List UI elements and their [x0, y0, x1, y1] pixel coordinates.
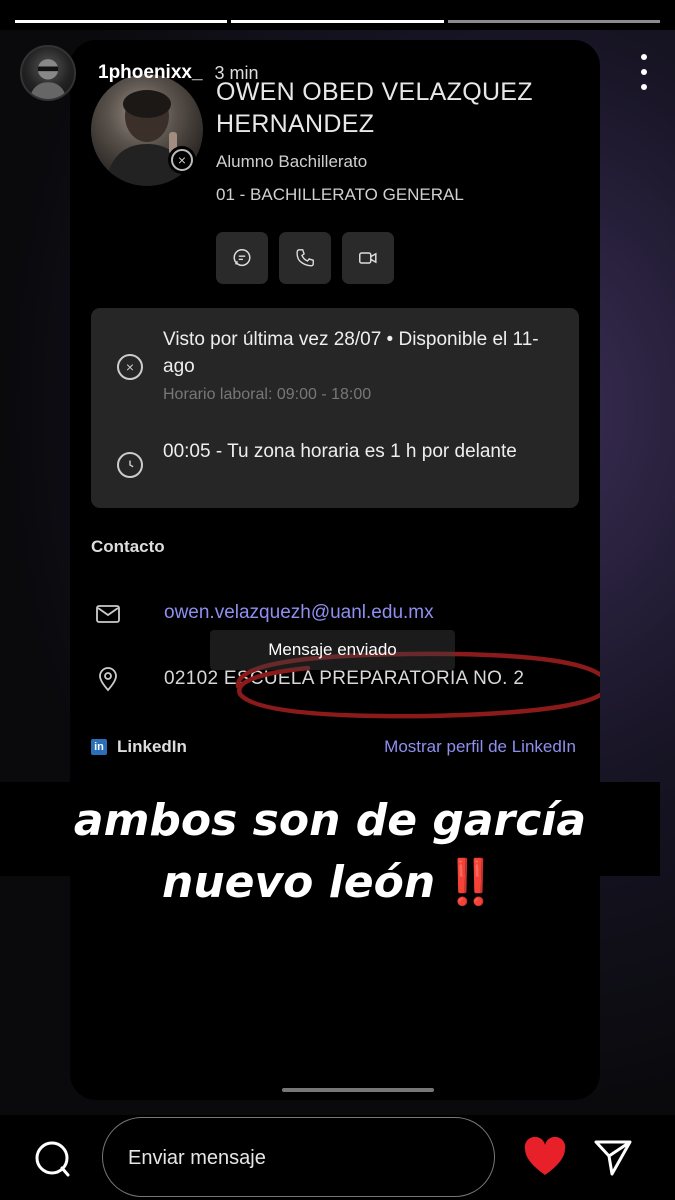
- message-placeholder: Enviar mensaje: [128, 1147, 266, 1169]
- avatar[interactable]: [20, 45, 76, 101]
- action-buttons: [216, 232, 394, 284]
- caption-line-1: ambos son de garcía: [73, 795, 587, 846]
- mail-icon: [96, 605, 120, 623]
- progress-segment: [447, 20, 660, 23]
- contact-heading: Contacto: [91, 537, 165, 556]
- caption-line-2: nuevo león: [162, 857, 436, 908]
- message-sent-toast: Mensaje enviado: [210, 630, 455, 670]
- availability-card: × Visto por última vez 28/07 • Disponibl…: [91, 308, 579, 508]
- story-header: 1phoenixx_ 3 min: [20, 38, 655, 108]
- video-call-button[interactable]: [342, 232, 394, 284]
- progress-segment: [231, 20, 444, 23]
- camera-icon[interactable]: [32, 1138, 74, 1180]
- close-circle-icon: ×: [171, 149, 193, 171]
- more-icon[interactable]: [637, 54, 651, 90]
- video-icon: [359, 252, 377, 264]
- story-progress: [15, 20, 660, 23]
- profile-role: Alumno Bachillerato: [216, 152, 368, 171]
- story-time: 3 min: [214, 62, 259, 83]
- work-hours-text: Horario laboral: 09:00 - 18:00: [163, 386, 372, 403]
- chat-button[interactable]: [216, 232, 268, 284]
- profile-program: 01 - BACHILLERATO GENERAL: [216, 185, 464, 204]
- chat-icon: [233, 249, 251, 267]
- linkedin-label: LinkedIn: [117, 737, 187, 756]
- unavailable-status: ×: [168, 146, 196, 174]
- story-username[interactable]: 1phoenixx_: [98, 62, 203, 84]
- call-button[interactable]: [279, 232, 331, 284]
- close-circle-icon: ×: [117, 354, 143, 380]
- linkedin-profile-link[interactable]: Mostrar perfil de LinkedIn: [384, 737, 576, 757]
- linkedin-icon: in: [91, 739, 107, 755]
- caption-line-2-wrap: nuevo león ‼️: [0, 852, 660, 914]
- send-icon[interactable]: [592, 1136, 634, 1178]
- progress-segment: [15, 20, 228, 23]
- last-seen-text: Visto por última vez 28/07 • Disponible …: [163, 329, 539, 377]
- double-exclamation-emoji: ‼️: [443, 857, 498, 908]
- phone-icon: [296, 249, 314, 267]
- linkedin-section: in LinkedIn: [91, 737, 187, 757]
- screenshot-content: × OWEN OBED VELAZQUEZ HERNANDEZ Alumno B…: [70, 40, 600, 1100]
- clock-icon: [117, 452, 143, 478]
- home-indicator: [282, 1088, 434, 1092]
- email-link[interactable]: owen.velazquezh@uanl.edu.mx: [164, 602, 434, 624]
- story-caption: ambos son de garcía nuevo león ‼️: [0, 790, 660, 914]
- timezone-text: 00:05 - Tu zona horaria es 1 h por delan…: [163, 441, 517, 462]
- location-icon: [99, 667, 117, 692]
- heart-icon[interactable]: [523, 1137, 567, 1177]
